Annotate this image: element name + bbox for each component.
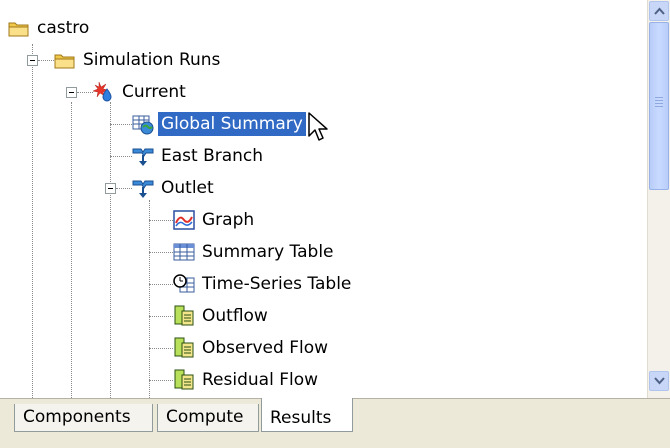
time-series-data-icon — [173, 369, 195, 391]
global-summary-icon — [132, 113, 154, 135]
tree-connector — [77, 92, 93, 93]
tab-results[interactable]: Results — [261, 398, 353, 432]
tree-connector — [149, 200, 150, 398]
tree-connector — [149, 220, 173, 221]
tree-connector — [38, 60, 54, 61]
collapse-toggle[interactable] — [105, 183, 116, 194]
junction-icon — [132, 145, 154, 167]
tree-connector — [149, 252, 173, 253]
vertical-scrollbar[interactable] — [647, 0, 670, 398]
tree-connector — [116, 188, 132, 189]
scroll-up-button[interactable] — [649, 1, 669, 21]
tree-connector — [149, 380, 173, 381]
tab-compute[interactable]: Compute — [157, 404, 259, 432]
tree-node-label: Residual Flow — [202, 370, 319, 390]
simulation-run-icon — [92, 81, 115, 103]
grip-line — [655, 103, 663, 104]
mouse-pointer-icon — [308, 112, 328, 141]
tree-node-label: Outlet — [161, 178, 214, 198]
tree-connector — [71, 102, 72, 398]
tree-node-current[interactable]: Current — [92, 78, 189, 106]
tree-node-time-series-table[interactable]: Time-Series Table — [173, 270, 354, 298]
tree-node-label: Time-Series Table — [202, 274, 352, 294]
junction-icon — [132, 177, 154, 199]
tree-node-global-summary[interactable]: Global Summary — [132, 110, 306, 138]
tab-components[interactable]: Components — [14, 404, 153, 432]
chevron-down-icon — [654, 377, 665, 385]
tree-node-label: Observed Flow — [202, 338, 328, 358]
tree-node-observed-flow[interactable]: Observed Flow — [173, 334, 331, 362]
tree-node-outlet[interactable]: Outlet — [132, 174, 217, 202]
time-series-data-icon — [173, 337, 195, 359]
graph-icon — [173, 209, 195, 231]
tree-node-outflow[interactable]: Outflow — [173, 302, 271, 330]
tree-node-residual-flow[interactable]: Residual Flow — [173, 366, 321, 394]
tree-connector — [149, 284, 173, 285]
tree-node-label: castro — [37, 18, 90, 38]
explorer-tabs: Components Compute Results — [0, 398, 670, 448]
tree-connector — [110, 124, 132, 125]
chevron-up-icon — [654, 7, 665, 15]
scroll-down-button[interactable] — [649, 371, 669, 391]
tree-connector — [32, 44, 33, 398]
time-series-data-icon — [173, 305, 195, 327]
summary-table-icon — [173, 241, 195, 263]
tree-node-simulation-runs[interactable]: Simulation Runs — [54, 46, 223, 74]
tree-node-graph[interactable]: Graph — [173, 206, 257, 234]
folder-open-icon — [54, 49, 76, 71]
tree-node-east-branch[interactable]: East Branch — [132, 142, 266, 170]
collapse-toggle[interactable] — [66, 87, 77, 98]
tree-connector — [110, 102, 111, 398]
folder-open-icon — [8, 17, 30, 39]
grip-line — [655, 106, 663, 107]
watershed-explorer-tree: castro Simulation Runs Current Global Su… — [0, 0, 670, 399]
tree-node-castro[interactable]: castro — [8, 14, 92, 42]
tree-connector — [110, 156, 132, 157]
tree-content: castro Simulation Runs Current Global Su… — [0, 0, 648, 398]
collapse-toggle[interactable] — [27, 55, 38, 66]
scroll-thumb[interactable] — [649, 22, 669, 190]
tree-connector — [149, 316, 173, 317]
tree-node-label: Summary Table — [202, 242, 334, 262]
tree-connector — [149, 348, 173, 349]
grip-line — [655, 97, 663, 98]
time-series-table-icon — [173, 273, 195, 295]
grip-line — [655, 100, 663, 101]
tree-node-summary-table[interactable]: Summary Table — [173, 238, 337, 266]
tree-node-label: Outflow — [202, 306, 268, 326]
tree-node-label: Global Summary — [158, 112, 306, 136]
tree-node-label: Graph — [202, 210, 255, 230]
tree-node-label: East Branch — [161, 146, 264, 166]
tree-node-label: Simulation Runs — [83, 50, 221, 70]
tree-node-label: Current — [122, 82, 186, 102]
